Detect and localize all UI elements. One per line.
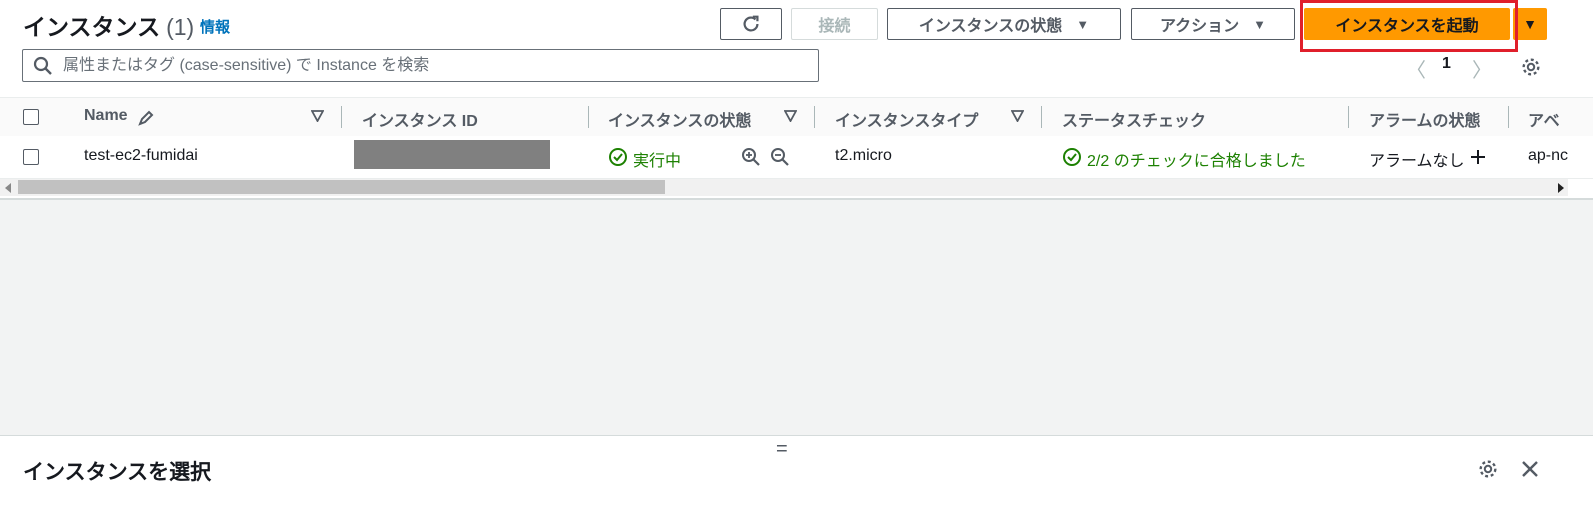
column-divider[interactable] <box>588 106 589 128</box>
refresh-icon <box>743 15 759 32</box>
page-title-text: インスタンス <box>23 14 161 40</box>
row-checkbox[interactable] <box>23 149 39 165</box>
search-icon <box>33 56 52 75</box>
next-page-button[interactable]: 〉 <box>1472 54 1492 83</box>
page-number[interactable]: 1 <box>1442 55 1451 73</box>
details-panel: = インスタンスを選択 <box>0 435 1593 507</box>
column-availability-zone[interactable]: アベ <box>1528 107 1560 131</box>
instance-state-value: 実行中 <box>633 153 682 170</box>
search-field[interactable] <box>22 49 819 82</box>
caret-down-icon: ▼ <box>1253 16 1267 32</box>
status-ok-icon <box>1063 148 1081 166</box>
close-icon[interactable] <box>1520 459 1540 479</box>
status-check-link[interactable]: 2/2 のチェックに合格しました <box>1087 147 1306 171</box>
resize-handle[interactable]: = <box>776 438 788 461</box>
zoom-out-icon[interactable] <box>770 147 790 167</box>
select-all-checkbox[interactable] <box>23 109 39 125</box>
info-link[interactable]: 情報 <box>200 16 230 37</box>
sort-caret-icon[interactable] <box>1011 110 1024 122</box>
instance-state-label: インスタンスの状態 <box>918 18 1063 35</box>
column-instance-state[interactable]: インスタンスの状態 <box>608 107 751 131</box>
column-divider[interactable] <box>1041 106 1042 128</box>
status-ok-icon <box>609 148 627 166</box>
launch-options-dropdown[interactable]: ▼ <box>1513 8 1547 40</box>
sort-caret-icon[interactable] <box>311 110 324 122</box>
instance-count: (1) <box>166 14 195 40</box>
actions-label: アクション <box>1159 18 1240 35</box>
sort-caret-icon[interactable] <box>784 110 797 122</box>
column-alarm-state[interactable]: アラームの状態 <box>1369 107 1481 131</box>
search-input[interactable] <box>61 55 785 76</box>
instances-panel: インスタンス (1) 情報 接続 インスタンスの状態 ▼ アクション ▼ インスタンス… <box>0 0 1593 200</box>
previous-page-button[interactable]: 〈 <box>1406 54 1426 83</box>
column-name[interactable]: Name <box>84 107 128 125</box>
scroll-left-arrow-icon[interactable] <box>4 183 12 193</box>
page-title: インスタンス (1) <box>23 8 194 42</box>
pencil-icon <box>138 110 154 126</box>
column-status-check[interactable]: ステータスチェック <box>1062 107 1206 131</box>
scroll-right-arrow-icon[interactable] <box>1557 183 1565 193</box>
preferences-gear-icon[interactable] <box>1520 56 1542 78</box>
highlight-box <box>1300 0 1518 52</box>
scrollbar-thumb[interactable] <box>18 180 665 194</box>
panel-settings-gear-icon[interactable] <box>1477 458 1499 480</box>
column-divider[interactable] <box>1348 106 1349 128</box>
column-instance-type[interactable]: インスタンスタイプ <box>835 107 978 131</box>
add-alarm-plus-icon[interactable] <box>1469 148 1487 166</box>
instance-name: test-ec2-fumidai <box>84 147 198 164</box>
actions-dropdown[interactable]: アクション ▼ <box>1131 8 1295 40</box>
column-instance-id[interactable]: インスタンス ID <box>362 107 478 131</box>
zoom-in-icon[interactable] <box>741 147 761 167</box>
instance-type-value: t2.micro <box>835 147 892 164</box>
instance-state-dropdown[interactable]: インスタンスの状態 ▼ <box>887 8 1121 40</box>
column-divider[interactable] <box>1508 106 1509 128</box>
alarm-state-value: アラームなし <box>1369 153 1465 170</box>
caret-down-icon: ▼ <box>1076 16 1090 32</box>
connect-button[interactable]: 接続 <box>791 8 878 40</box>
refresh-button[interactable] <box>720 8 782 40</box>
column-divider[interactable] <box>814 106 815 128</box>
table-header: Name インスタンス ID インスタンスの状態 インスタンスタイプ ステータス… <box>0 97 1593 137</box>
instance-id-redacted <box>354 140 550 169</box>
details-panel-title: インスタンスを選択 <box>23 461 212 484</box>
table-row[interactable]: test-ec2-fumidai 実行中 t2.micro 2/2 のチェックに… <box>0 136 1593 179</box>
column-divider[interactable] <box>341 106 342 128</box>
availability-zone-value: ap-nc <box>1528 147 1569 164</box>
